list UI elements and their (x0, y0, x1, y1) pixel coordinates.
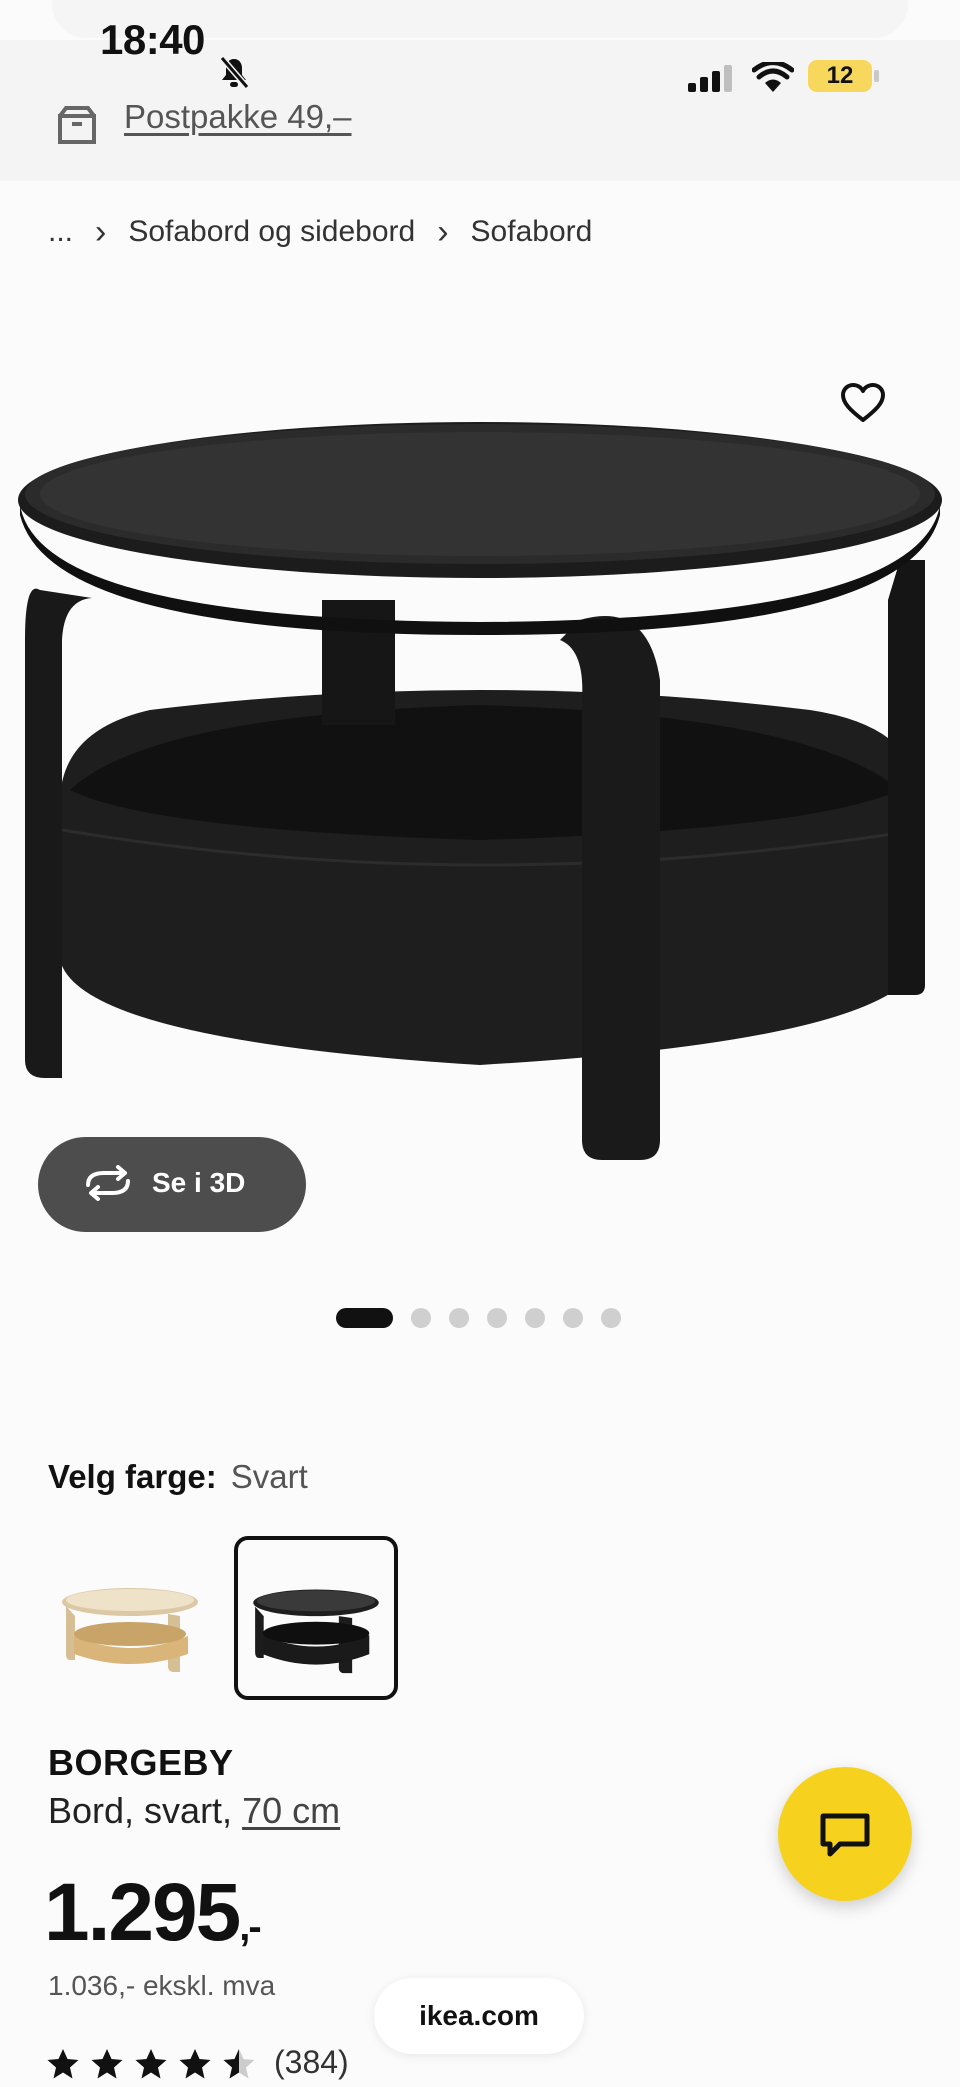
carousel-dot[interactable] (525, 1308, 545, 1328)
price-value: 1.295 (44, 1867, 241, 1958)
shipping-link[interactable]: Postpakke 49,– (124, 98, 352, 136)
star-half-icon (223, 2049, 255, 2079)
cellular-signal-icon (688, 65, 732, 92)
wifi-icon (752, 62, 794, 92)
carousel-dot[interactable] (563, 1308, 583, 1328)
view-in-3d-label: Se i 3D (152, 1167, 246, 1198)
chevron-right-icon: › (437, 212, 449, 251)
product-description-text: Bord, svart, (48, 1790, 243, 1831)
view-in-3d-button[interactable]: Se i 3D (38, 1137, 306, 1232)
chevron-right-icon: › (95, 212, 107, 251)
review-count[interactable]: (384) (274, 2044, 349, 2081)
color-swatch-birch[interactable] (48, 1536, 212, 1700)
breadcrumb-ellipsis[interactable]: ... (48, 215, 73, 249)
product-name: BORGEBY (48, 1742, 234, 1783)
rating-stars[interactable] (46, 2048, 266, 2080)
breadcrumb-item-sofabord-og-sidebord[interactable]: Sofabord og sidebord (128, 215, 415, 249)
breadcrumb: ... › Sofabord og sidebord › Sofabord (48, 212, 614, 252)
heart-icon[interactable] (840, 382, 886, 424)
battery-tip (874, 70, 879, 82)
image-carousel-dots (336, 1308, 621, 1328)
chat-bubble-icon (820, 1813, 870, 1857)
carousel-dot[interactable] (487, 1308, 507, 1328)
status-time: 18:40 (100, 16, 205, 63)
star-full-icon (47, 2049, 79, 2079)
browser-url-bar[interactable]: ikea.com (374, 1978, 584, 2054)
product-image[interactable] (0, 400, 960, 1180)
rotate-3d-icon (86, 1165, 130, 1201)
price-excluding-vat: 1.036,- ekskl. mva (48, 1970, 276, 2001)
carousel-dot-active[interactable] (336, 1308, 393, 1328)
breadcrumb-item-sofabord[interactable]: Sofabord (471, 215, 593, 249)
product-size-link[interactable]: 70 cm (242, 1790, 340, 1831)
star-full-icon (91, 2049, 123, 2079)
star-full-icon (179, 2049, 211, 2079)
battery-level: 12 (826, 62, 854, 89)
product-price: 1.295,- (44, 1866, 262, 1960)
price-suffix: ,- (239, 1905, 261, 1949)
color-value: Svart (230, 1458, 308, 1495)
bell-slash-icon (219, 56, 250, 89)
color-selector-heading: Velg farge: Svart (48, 1458, 308, 1496)
package-box-icon (58, 106, 96, 144)
star-full-icon (135, 2049, 167, 2079)
product-description: Bord, svart, 70 cm (48, 1790, 340, 1832)
battery-indicator: 12 (808, 60, 872, 92)
carousel-dot[interactable] (449, 1308, 469, 1328)
color-swatch-black-selected[interactable] (234, 1536, 398, 1700)
color-label: Velg farge: (48, 1458, 217, 1495)
chat-button[interactable] (778, 1767, 912, 1901)
carousel-dot[interactable] (411, 1308, 431, 1328)
carousel-dot[interactable] (601, 1308, 621, 1328)
